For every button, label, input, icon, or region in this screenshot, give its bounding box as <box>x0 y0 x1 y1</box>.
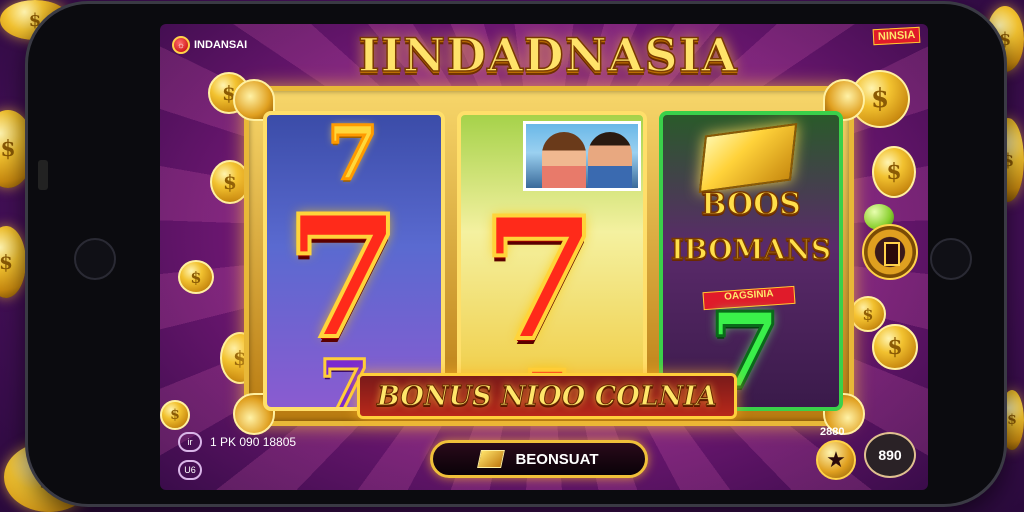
dial-icon <box>884 242 900 266</box>
chat-label: 890 <box>878 447 902 463</box>
star-counter: 2880 <box>820 426 845 438</box>
side-dial-button[interactable] <box>862 224 918 280</box>
hud-info-text: 1 PK 090 18805 <box>210 435 297 449</box>
hud-info-row: ir 1 PK 090 18805 <box>178 432 296 452</box>
star-button[interactable]: ★ <box>816 440 856 480</box>
top-badge: NINSIA <box>872 26 921 46</box>
brand-logo-icon: ☼ <box>172 36 190 54</box>
star-icon: ★ <box>826 447 846 472</box>
bg-coin-icon: $ <box>0 226 26 298</box>
reel-3-text-line-2: IBOMANS <box>670 232 832 267</box>
game-screen: ☼ INDANSAI NINSIA IINDADNASIA $ $ $ $ $ … <box>160 24 928 490</box>
bonus-action-button[interactable]: BEONSUAT <box>430 440 648 478</box>
reel-1: 7 7 7 <box>263 111 445 411</box>
reel-1-main-symbol: 7 <box>283 178 404 376</box>
reel-2-main-symbol: 7 <box>479 180 600 378</box>
brand-logo: ☼ INDANSAI <box>172 36 247 54</box>
front-camera-icon <box>74 238 116 280</box>
reel-3-text-line-1: BOOS <box>700 186 801 223</box>
phone-device: ☼ INDANSAI NINSIA IINDADNASIA $ $ $ $ $ … <box>28 4 1004 504</box>
hud-chip-2[interactable]: U6 <box>178 460 202 480</box>
bonus-banner: BONUS NIOO COLNIA <box>357 373 737 419</box>
phone-side-button <box>38 160 48 190</box>
gold-bar-icon <box>477 450 506 468</box>
brand-name: INDANSAI <box>194 39 248 51</box>
rear-camera-icon <box>930 238 972 280</box>
coin-icon: $ <box>178 260 214 294</box>
coin-icon: $ <box>872 324 918 370</box>
reel-2: 7 7 <box>457 111 647 411</box>
gold-bar-icon <box>698 123 798 193</box>
coin-icon: $ <box>872 146 916 198</box>
bonus-action-label: BEONSUAT <box>515 450 599 468</box>
coin-icon: $ <box>160 400 190 430</box>
chat-button[interactable]: 890 <box>864 432 916 478</box>
hud-chip-row: U6 <box>178 460 202 480</box>
reel-3: BOOS IBOMANS OAGSINIA 7 <box>659 111 843 411</box>
reels-frame: 7 7 7 7 7 BOOS IBOMANS OAGSINIA 7 BONUS … <box>233 79 865 435</box>
coin-icon: $ <box>850 296 886 332</box>
hud-chip-1[interactable]: ir <box>178 432 202 452</box>
game-title: IINDADNASIA <box>357 27 738 83</box>
